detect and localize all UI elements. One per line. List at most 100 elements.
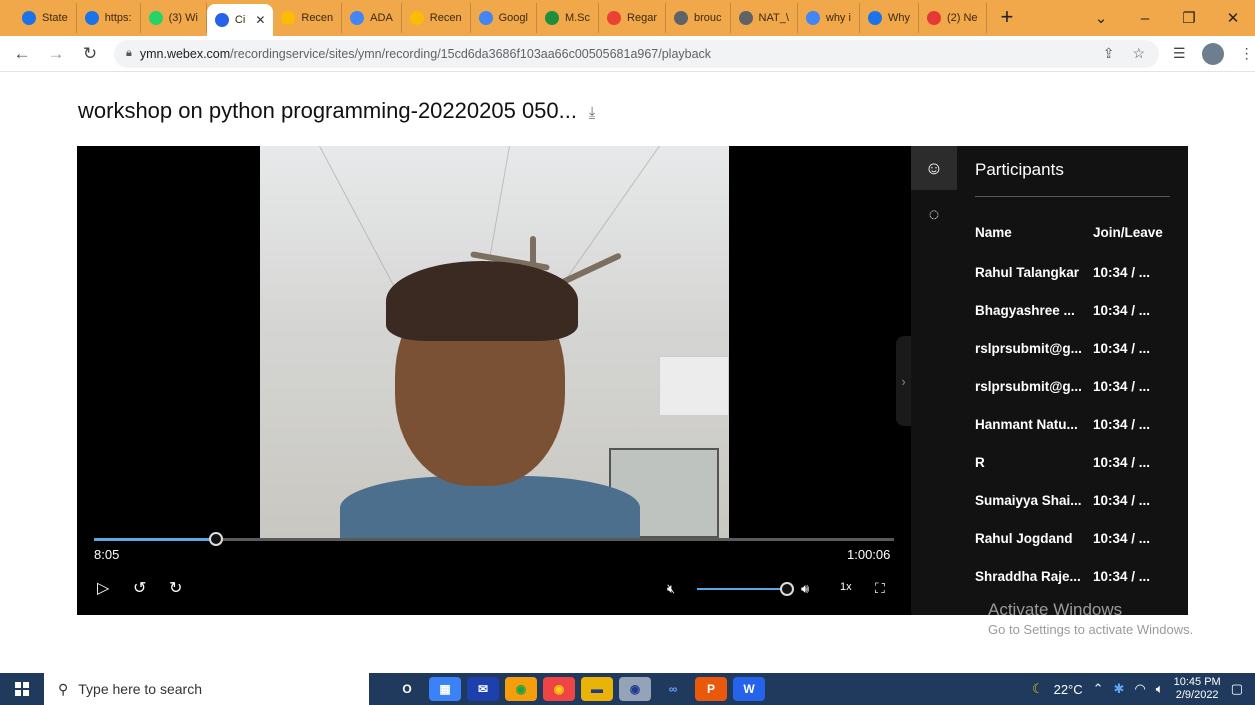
share-icon[interactable]: ⇪ [1103, 45, 1115, 62]
powerpoint-icon[interactable]: P [695, 677, 727, 701]
progress-knob[interactable] [209, 532, 224, 546]
task-view-icon[interactable]: O [391, 677, 423, 701]
chat-rail-button[interactable]: ◌ [911, 192, 957, 236]
participant-row[interactable]: Sumaiyya Shai... 10:34 / ... [975, 493, 1175, 508]
tab-label: why i [825, 12, 851, 24]
chat-icon: ◌ [928, 203, 940, 224]
participant-row[interactable]: Rahul Talangkar 10:34 / ... [975, 265, 1175, 280]
search-icon: ⚲ [58, 680, 69, 697]
participant-join-leave: 10:34 / ... [1093, 303, 1151, 318]
participant-row[interactable]: Bhagyashree ... 10:34 / ... [975, 303, 1175, 318]
browser-tab[interactable]: NAT_\ [731, 3, 798, 33]
browser-tab[interactable]: Ci ✕ [206, 4, 274, 36]
menu-icon[interactable]: ⋮ [1240, 45, 1254, 62]
browser-tab[interactable]: Recen [402, 3, 471, 33]
rewind-icon[interactable]: ↺ [133, 578, 146, 598]
mute-icon[interactable]: 🔇︎ [667, 581, 675, 597]
volume-tray-icon[interactable]: 🔈︎ [1156, 681, 1164, 697]
tab-label: Recen [301, 12, 334, 24]
clock-date: 2/9/2022 [1175, 689, 1219, 701]
forward-icon[interactable]: ↻ [169, 578, 182, 598]
back-icon[interactable]: ← [12, 44, 32, 64]
tab-label: M.Sc [564, 12, 591, 24]
fullscreen-icon[interactable]: ⛶ [875, 580, 885, 597]
lock-icon[interactable]: 🔒︎ [126, 47, 132, 60]
play-icon[interactable]: ▷ [97, 578, 109, 598]
tab-label: Regar [627, 12, 657, 24]
windows-taskbar: ⚲ Type here to search O ▦ ✉ ◉ ◉ ▬ ◉ ∞ P W ☾ 22°C … [0, 673, 1255, 705]
weather-temp[interactable]: 22°C [1054, 682, 1083, 697]
reload-icon[interactable]: ↻ [80, 44, 100, 64]
quora-icon [867, 11, 882, 25]
close-tab-icon[interactable]: ✕ [255, 13, 265, 27]
recording-page: workshop on python programming-20220205 … [0, 72, 1255, 673]
webex-icon[interactable]: ∞ [657, 677, 689, 701]
chrome-profile-icon[interactable]: ◉ [543, 677, 575, 701]
browser-tab[interactable]: (2) Ne [919, 3, 987, 33]
participant-name: rslprsubmit@g... [975, 341, 1082, 356]
video-area[interactable]: 8:05 1:00:06 ▷ ↺ ↻ 🔇︎ 🔊︎ 1x ⛶ [77, 146, 911, 615]
word-icon[interactable]: W [733, 677, 765, 701]
participants-rail-button[interactable]: ☺ [911, 146, 957, 190]
address-bar[interactable]: 🔒︎ ymn.webex.com/recordingservice/sites/… [114, 39, 1159, 68]
restore-icon[interactable]: ❐ [1167, 9, 1211, 27]
browser-tab[interactable]: Googl [471, 3, 537, 33]
mail-icon[interactable]: ✉ [467, 677, 499, 701]
activate-windows-watermark: Activate Windows Go to Settings to activ… [988, 600, 1193, 637]
globe-icon [673, 11, 688, 25]
participant-name: rslprsubmit@g... [975, 379, 1082, 394]
bluetooth-icon[interactable]: ✱ [1114, 681, 1125, 697]
browser-tab[interactable]: (3) Wi [141, 3, 207, 33]
browser-tab[interactable]: ADA [342, 3, 402, 33]
volume-slider[interactable] [697, 582, 794, 596]
tab-label: Googl [498, 12, 528, 24]
participant-row[interactable]: Hanmant Natu... 10:34 / ... [975, 417, 1175, 432]
participant-row[interactable]: Shraddha Raje... 10:34 / ... [975, 569, 1175, 584]
volume-knob[interactable] [780, 582, 794, 596]
download-icon[interactable]: ⤓ [589, 104, 596, 119]
bookmark-star-icon[interactable]: ☆ [1132, 45, 1145, 62]
minimize-icon[interactable]: – [1123, 10, 1167, 27]
file-explorer-icon[interactable]: ▬ [581, 677, 613, 701]
tab-search-icon[interactable]: ⌄ [1079, 9, 1123, 27]
reading-list-icon[interactable]: ☰ [1173, 45, 1186, 62]
watermark-line-1: Activate Windows [988, 600, 1123, 619]
clock[interactable]: 10:45 PM 2/9/2022 [1174, 676, 1221, 702]
new-tab-button[interactable]: + [987, 4, 1028, 30]
browser-tab[interactable]: Why [860, 3, 919, 33]
browser-tab[interactable]: brouc [666, 3, 731, 33]
participant-name: R [975, 455, 985, 470]
chrome-icon[interactable]: ◉ [505, 677, 537, 701]
browser-tab[interactable]: why i [798, 3, 860, 33]
participant-row[interactable]: R 10:34 / ... [975, 455, 1175, 470]
participant-row[interactable]: rslprsubmit@g... 10:34 / ... [975, 341, 1175, 356]
close-window-icon[interactable]: ✕ [1211, 9, 1255, 27]
participant-join-leave: 10:34 / ... [1093, 417, 1151, 432]
profile-avatar[interactable] [1201, 42, 1224, 65]
volume-icon[interactable]: 🔊︎ [801, 581, 809, 597]
wifi-icon[interactable]: ◠ [1134, 681, 1145, 697]
store-icon[interactable]: ▦ [429, 677, 461, 701]
forward-icon[interactable]: → [46, 44, 66, 64]
recording-title-row: workshop on python programming-20220205 … [78, 98, 596, 124]
video-player: 8:05 1:00:06 ▷ ↺ ↻ 🔇︎ 🔊︎ 1x ⛶ › ☺ ◌ Part… [77, 146, 1188, 615]
browser-tab[interactable]: M.Sc [537, 3, 600, 33]
browser-tab[interactable]: State [14, 3, 77, 33]
browser-tab[interactable]: https: [77, 3, 141, 33]
panel-collapse-handle[interactable]: › [896, 336, 911, 426]
total-time: 1:00:06 [847, 547, 891, 562]
notifications-icon[interactable]: ▢ [1231, 681, 1243, 697]
progress-bar[interactable] [94, 532, 894, 546]
participant-name: Sumaiyya Shai... [975, 493, 1082, 508]
participant-row[interactable]: Rahul Jogdand 10:34 / ... [975, 531, 1175, 546]
clock-time: 10:45 PM [1173, 676, 1221, 688]
browser-tab[interactable]: Regar [599, 3, 666, 33]
playback-speed[interactable]: 1x [840, 581, 852, 593]
participant-join-leave: 10:34 / ... [1093, 341, 1151, 356]
start-button[interactable] [0, 673, 44, 705]
chevron-up-icon[interactable]: ⌃ [1093, 681, 1104, 697]
participant-row[interactable]: rslprsubmit@g... 10:34 / ... [975, 379, 1175, 394]
browser-tab[interactable]: Recen [273, 3, 343, 33]
chrome-active-icon[interactable]: ◉ [619, 677, 651, 701]
taskbar-search[interactable]: ⚲ Type here to search [44, 673, 369, 705]
